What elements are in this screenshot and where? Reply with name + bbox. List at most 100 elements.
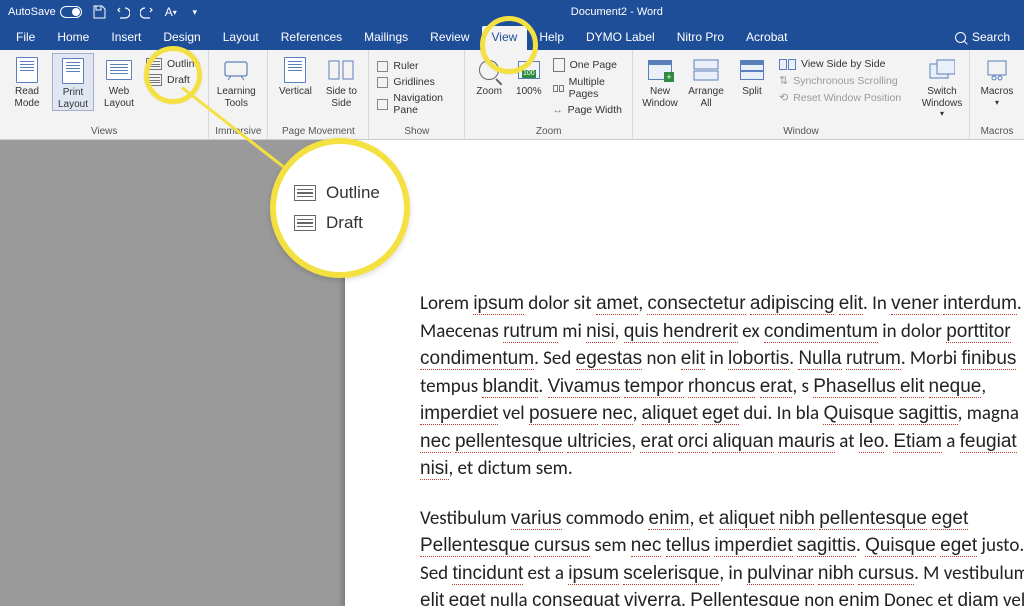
page-width-button[interactable]: ↔Page Width (551, 103, 626, 117)
menu-bar: File Home Insert Design Layout Reference… (0, 24, 1024, 50)
tab-dymo[interactable]: DYMO Label (576, 26, 665, 50)
print-layout-label: Print Layout (53, 87, 93, 110)
tab-references[interactable]: References (271, 26, 352, 50)
side-to-side-button[interactable]: Side to Side (320, 53, 362, 109)
arrange-all-icon (693, 57, 719, 83)
toggle-icon (60, 6, 82, 18)
one-page-label: One Page (570, 59, 617, 71)
group-show: Ruler Gridlines Navigation Pane Show (369, 50, 465, 139)
vertical-button[interactable]: Vertical (274, 53, 316, 98)
vertical-label: Vertical (279, 86, 312, 98)
callout-draft-label: Draft (326, 213, 363, 233)
print-layout-icon (60, 58, 86, 84)
draft-button[interactable]: Draft (144, 73, 202, 87)
tab-insert[interactable]: Insert (101, 26, 151, 50)
group-zoom: Zoom 100 100% One Page Multiple Pages ↔P… (465, 50, 633, 139)
learning-tools-button[interactable]: Learning Tools (215, 53, 257, 109)
multiple-pages-icon (553, 85, 564, 92)
autosave-label: AutoSave (8, 6, 56, 18)
group-views-label: Views (6, 125, 202, 137)
document-area[interactable]: Lorem ipsum dolor sit amet, consectetur … (0, 140, 1024, 606)
ruler-checkbox[interactable]: Ruler (375, 59, 458, 73)
tab-view[interactable]: View (482, 26, 528, 50)
title-bar: AutoSave A▾ ▾ Document2 - Word (0, 0, 1024, 24)
font-icon[interactable]: A▾ (164, 5, 178, 19)
outline-icon (146, 58, 162, 70)
group-views: Read Mode Print Layout Web Layout Outlin… (0, 50, 209, 139)
checkbox-icon (377, 99, 388, 110)
tab-layout[interactable]: Layout (213, 26, 269, 50)
tab-review[interactable]: Review (420, 26, 479, 50)
multiple-pages-label: Multiple Pages (569, 76, 624, 100)
group-page-movement: Vertical Side to Side Page Movement (268, 50, 369, 139)
callout-magnifier: Outline Draft (270, 138, 410, 278)
search-label: Search (972, 30, 1010, 44)
tab-file[interactable]: File (6, 26, 45, 50)
web-layout-label: Web Layout (98, 86, 140, 109)
switch-windows-button[interactable]: Switch Windows▾ (921, 53, 963, 118)
read-mode-label: Read Mode (6, 86, 48, 109)
reset-position-label: Reset Window Position (793, 92, 901, 104)
ribbon: Read Mode Print Layout Web Layout Outlin… (0, 50, 1024, 140)
tab-mailings[interactable]: Mailings (354, 26, 418, 50)
tab-acrobat[interactable]: Acrobat (736, 26, 797, 50)
group-zoom-label: Zoom (471, 125, 626, 137)
search-box[interactable]: Search (947, 30, 1018, 50)
new-window-label: New Window (639, 86, 681, 109)
macros-label: Macros (981, 86, 1014, 98)
outline-button[interactable]: Outline (144, 57, 202, 71)
side-by-side-button[interactable]: View Side by Side (777, 57, 917, 71)
multiple-pages-button[interactable]: Multiple Pages (551, 75, 626, 101)
page-width-icon: ↔ (553, 105, 563, 116)
window-title: Document2 - Word (210, 6, 1024, 18)
read-mode-button[interactable]: Read Mode (6, 53, 48, 109)
undo-icon[interactable] (116, 5, 130, 19)
side-by-side-label: View Side by Side (801, 58, 885, 70)
group-macros: Macros▾ Macros (970, 50, 1024, 139)
switch-windows-label: Switch Windows (921, 86, 963, 109)
one-page-button[interactable]: One Page (551, 57, 626, 73)
tab-home[interactable]: Home (47, 26, 99, 50)
learning-tools-icon (223, 57, 249, 83)
zoom-100-button[interactable]: 100 100% (511, 53, 547, 98)
gridlines-checkbox[interactable]: Gridlines (375, 75, 458, 89)
one-page-icon (553, 58, 565, 72)
vertical-icon (282, 57, 308, 83)
print-layout-button[interactable]: Print Layout (52, 53, 94, 111)
draft-icon (294, 215, 316, 231)
web-layout-button[interactable]: Web Layout (98, 53, 140, 109)
quick-access-toolbar: AutoSave A▾ ▾ (0, 5, 210, 19)
switch-windows-icon (929, 57, 955, 83)
tab-nitro[interactable]: Nitro Pro (667, 26, 734, 50)
redo-icon[interactable] (140, 5, 154, 19)
draft-icon (146, 74, 162, 86)
outline-icon (294, 185, 316, 201)
reset-position-button: ⟲Reset Window Position (777, 90, 917, 105)
checkbox-icon (377, 77, 388, 88)
tab-design[interactable]: Design (153, 26, 210, 50)
learning-tools-label: Learning Tools (215, 86, 257, 109)
zoom-button[interactable]: Zoom (471, 53, 507, 98)
gridlines-label: Gridlines (393, 76, 434, 88)
checkbox-icon (377, 61, 388, 72)
navpane-checkbox[interactable]: Navigation Pane (375, 91, 458, 117)
group-immersive: Learning Tools Immersive (209, 50, 268, 139)
sync-scroll-button: ⇅Synchronous Scrolling (777, 73, 917, 88)
callout-outline: Outline (294, 183, 404, 203)
save-icon[interactable] (92, 5, 106, 19)
paragraph-2[interactable]: Vestibulum varius commodo enim, et aliqu… (420, 505, 1024, 606)
split-button[interactable]: Split (731, 53, 773, 98)
group-page-movement-label: Page Movement (274, 125, 362, 137)
callout-draft: Draft (294, 213, 404, 233)
arrange-all-button[interactable]: Arrange All (685, 53, 727, 109)
group-window: + New Window Arrange All Split View Side… (633, 50, 970, 139)
macros-button[interactable]: Macros▾ (976, 53, 1018, 107)
new-window-button[interactable]: + New Window (639, 53, 681, 109)
tab-help[interactable]: Help (529, 26, 574, 50)
split-icon (739, 57, 765, 83)
autosave-toggle[interactable]: AutoSave (8, 6, 82, 18)
paragraph-1[interactable]: Lorem ipsum dolor sit amet, consectetur … (420, 290, 1024, 483)
page[interactable]: Lorem ipsum dolor sit amet, consectetur … (345, 140, 1024, 606)
qat-customize-icon[interactable]: ▾ (188, 5, 202, 19)
callout-outline-label: Outline (326, 183, 380, 203)
